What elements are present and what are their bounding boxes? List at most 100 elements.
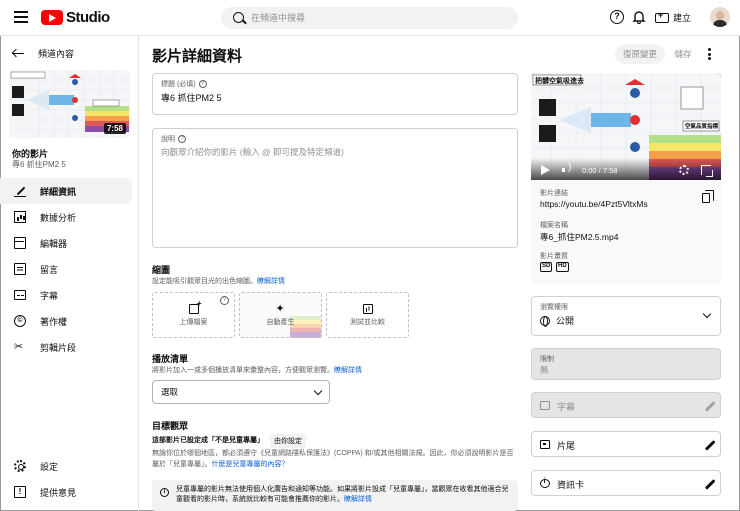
search-bar[interactable] <box>221 7 518 29</box>
filename-value: 專6_抓住PM2.5.mp4 <box>540 232 619 242</box>
video-quality-label: 影片畫質 <box>540 253 568 260</box>
youtube-studio-logo[interactable]: Studio <box>41 9 110 26</box>
subtitles-icon <box>14 290 26 300</box>
sparkle-icon <box>276 302 286 315</box>
title-field-label: 標題 (必填) ? <box>161 79 207 89</box>
search-icon[interactable] <box>233 12 244 23</box>
video-controls: 0:00 / 7:58 <box>531 158 721 180</box>
learn-more-link[interactable]: 瞭解詳情 <box>257 278 285 285</box>
auto-generate-thumbnail-button[interactable]: 自動產生 <box>239 292 322 338</box>
description-label-text: 說明 <box>161 136 175 143</box>
hamburger-menu-icon[interactable] <box>14 11 28 23</box>
save-button[interactable]: 儲存 <box>671 44 695 64</box>
info-text: 兒童專屬的影片無法使用個人化廣告和通知等功能。如果將影片設成「兒童專屬」，當觀眾… <box>176 485 511 505</box>
learn-more-link[interactable]: 瞭解詳情 <box>334 367 362 374</box>
restrictions-value: 無 <box>540 365 549 375</box>
end-screen-label: 片尾 <box>557 441 576 451</box>
learn-more-link[interactable]: 瞭解詳情 <box>344 496 372 503</box>
settings-icon[interactable] <box>679 165 689 175</box>
pencil-icon <box>704 400 715 411</box>
audience-status: 這部影片已設定成「不是兒童專屬」 <box>152 437 264 444</box>
description-field[interactable]: 說明 ? 向觀眾介紹你的影片 (輸入 @ 即可提及特定頻道) <box>152 128 518 248</box>
made-for-kids-link[interactable]: 什麼是兒童專屬的內容？ <box>212 461 289 468</box>
visibility-select[interactable]: 瀏覽權限 公開 <box>531 296 721 336</box>
create-button[interactable]: 建立 <box>655 9 691 26</box>
image-upload-icon <box>188 299 202 314</box>
undo-changes-button[interactable]: 復原變更 <box>615 44 665 64</box>
video-player[interactable]: 把髒空氣吸進去 空氣品質指標 0:00 / 7:58 <box>531 73 721 180</box>
more-options-icon[interactable] <box>708 48 712 60</box>
help-icon[interactable]: ? <box>220 296 229 305</box>
sidebar-item-label: 數據分析 <box>40 212 77 223</box>
sidebar-item-label: 提供意見 <box>40 487 77 498</box>
sidebar-item-analytics[interactable]: 數據分析 <box>0 204 139 230</box>
settings-icon <box>14 460 26 472</box>
made-for-kids-info-box: i 兒童專屬的影片無法使用個人化廣告和通知等功能。如果將影片設成「兒童專屬」，當… <box>152 480 518 511</box>
sidebar-item-comments[interactable]: 留言 <box>0 256 139 282</box>
back-arrow-icon[interactable] <box>12 49 24 59</box>
sd-badge-icon: SD <box>540 262 553 272</box>
sidebar-bottom-nav: 設定 ! 提供意見 <box>0 453 139 505</box>
description-input[interactable]: 向觀眾介紹你的影片 (輸入 @ 即可提及特定頻道) <box>161 146 344 158</box>
audience-description: 無論你位於哪個地區，都必須遵守《兒童網路隱私保護法》(COPPA) 和/或其他相… <box>152 448 518 470</box>
globe-icon <box>540 315 550 327</box>
title-field[interactable]: 標題 (必填) ? 專6 抓住PM2 5 <box>152 73 518 115</box>
logo-text: Studio <box>66 9 110 26</box>
playlist-select[interactable]: 選取 <box>152 380 330 404</box>
visibility-label: 瀏覽權限 <box>540 304 568 311</box>
filename-label: 檔案名稱 <box>540 222 568 229</box>
sidebar-item-label: 詳細資訊 <box>40 186 77 197</box>
create-video-icon <box>655 10 669 23</box>
restrictions-field: 限制 無 <box>531 348 721 380</box>
sidebar-item-settings[interactable]: 設定 <box>0 453 139 479</box>
sidebar-video-thumbnail[interactable]: 7:58 <box>9 70 130 138</box>
playlist-sub-text: 將影片加入一或多個播放清單來彙整內容，方便觀眾瀏覽。 <box>152 367 334 374</box>
sidebar-item-details[interactable]: 詳細資訊 <box>0 178 132 204</box>
account-avatar[interactable] <box>710 7 730 27</box>
hd-badge-icon: HD <box>556 262 569 272</box>
copy-icon[interactable] <box>702 190 714 203</box>
help-icon[interactable]: ? <box>610 10 624 24</box>
test-compare-button[interactable]: 測試並比較 <box>326 292 409 338</box>
video-link[interactable]: https://youtu.be/4Pzt5VltxMs <box>540 199 648 209</box>
description-field-label: 說明 ? <box>161 134 186 144</box>
back-to-channel-content[interactable]: 頻道內容 <box>12 47 74 60</box>
feedback-icon: ! <box>14 486 26 498</box>
scissors-icon: ✂ <box>14 341 24 353</box>
video-time: 0:00 / 7:58 <box>582 166 618 175</box>
audience-heading: 目標觀眾 <box>152 421 189 431</box>
subtitles-icon <box>540 401 550 410</box>
pencil-icon[interactable] <box>704 478 715 489</box>
end-screen-row[interactable]: 片尾 <box>531 431 721 457</box>
pencil-icon[interactable] <box>704 439 715 450</box>
play-icon[interactable] <box>541 165 550 175</box>
sidebar-item-feedback[interactable]: ! 提供意見 <box>0 479 139 505</box>
video-caption-aqi: 空氣品質指標 <box>685 124 719 130</box>
notifications-bell-icon[interactable] <box>632 10 646 25</box>
visibility-value: 公開 <box>556 316 575 326</box>
video-caption-title: 把髒空氣吸進去 <box>535 78 584 85</box>
pencil-icon <box>14 185 26 197</box>
fullscreen-icon[interactable] <box>701 165 713 177</box>
set-by-you-badge: 由你設定 <box>270 434 306 448</box>
subtitles-row: 字幕 <box>531 392 721 418</box>
sidebar-item-editor[interactable]: 編輯器 <box>0 230 139 256</box>
sidebar-item-subtitles[interactable]: 字幕 <box>0 282 139 308</box>
sidebar-item-label: 留言 <box>40 264 59 275</box>
volume-icon[interactable] <box>562 162 574 175</box>
restrictions-label: 限制 <box>540 356 554 363</box>
audience-desc-text: 無論你位於哪個地區，都必須遵守《兒童網路隱私保護法》(COPPA) 和/或其他相… <box>152 450 514 468</box>
help-icon[interactable]: ? <box>198 80 207 88</box>
sidebar-nav: 詳細資訊 數據分析 編輯器 留言 字幕 © 著作權 ✂ 剪輯片段 <box>0 178 139 360</box>
sidebar-item-label: 設定 <box>40 461 59 472</box>
sidebar-item-clips[interactable]: ✂ 剪輯片段 <box>0 334 139 360</box>
sidebar-item-label: 字幕 <box>40 290 59 301</box>
test-label: 測試並比較 <box>350 319 385 326</box>
top-bar: Studio ? 建立 <box>0 0 740 36</box>
cards-row[interactable]: 資訊卡 <box>531 470 721 496</box>
search-input[interactable] <box>251 7 501 29</box>
sidebar-item-copyright[interactable]: © 著作權 <box>0 308 139 334</box>
help-icon[interactable]: ? <box>178 135 186 143</box>
title-input[interactable]: 專6 抓住PM2 5 <box>161 91 222 104</box>
chart-icon <box>362 304 373 314</box>
